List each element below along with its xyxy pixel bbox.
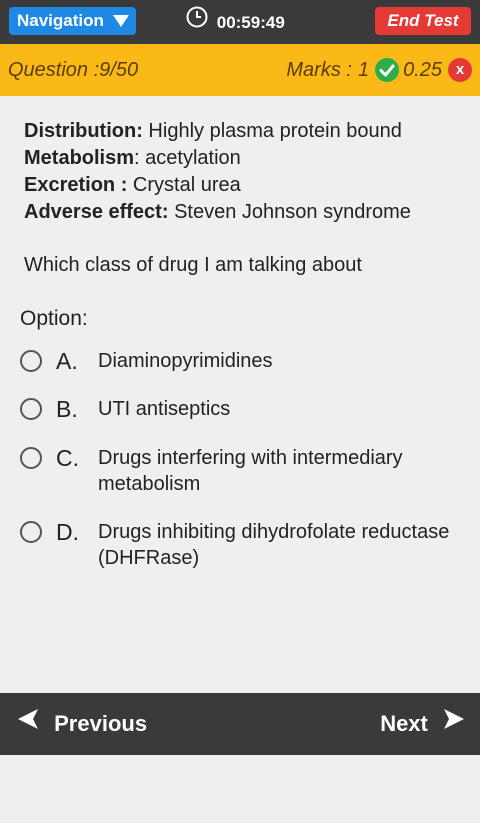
clock-icon	[186, 6, 208, 37]
check-icon	[375, 58, 400, 82]
option-text: Drugs inhibiting dihydrofolate reductase…	[98, 521, 450, 569]
radio-button[interactable]	[20, 350, 42, 372]
option-text: UTI antiseptics	[98, 398, 231, 420]
option-text: Diaminopyrimidines	[98, 350, 273, 372]
bottom-nav-bar: Previous Next	[0, 693, 480, 755]
status-bar: Question :9/50 Marks : 1 0.25 x	[0, 44, 480, 96]
radio-button[interactable]	[20, 447, 42, 469]
radio-button[interactable]	[20, 521, 42, 543]
question-line-key: Distribution:	[24, 120, 143, 142]
question-line-value: : acetylation	[134, 147, 241, 169]
question-line-value: Crystal urea	[127, 174, 241, 196]
question-text: Distribution: Highly plasma protein boun…	[24, 118, 464, 226]
end-test-button[interactable]: End Test	[375, 7, 471, 35]
question-line: Excretion : Crystal urea	[24, 172, 464, 199]
arrow-right-icon	[442, 692, 466, 754]
option-letter: A.	[56, 348, 78, 374]
top-bar: Navigation 00:59:49 End Test	[0, 0, 480, 44]
next-button[interactable]: Next	[380, 693, 466, 755]
question-line: Distribution: Highly plasma protein boun…	[24, 118, 464, 145]
navigation-label: Navigation	[17, 11, 104, 30]
marks-info: Marks : 1 0.25 x	[286, 44, 472, 96]
radio-button[interactable]	[20, 398, 42, 420]
question-prompt: Which class of drug I am talking about	[24, 254, 362, 276]
question-line: Adverse effect: Steven Johnson syndrome	[24, 199, 464, 226]
marks-label: Marks :	[286, 58, 352, 81]
option-letter: C.	[56, 445, 79, 471]
option-letter: D.	[56, 519, 79, 545]
option-text: Drugs interfering with intermediary meta…	[98, 447, 403, 495]
previous-label: Previous	[54, 711, 148, 736]
marks-negative: 0.25	[403, 58, 442, 81]
question-line-value: Highly plasma protein bound	[142, 120, 402, 142]
cross-icon: x	[448, 58, 472, 82]
next-label: Next	[380, 711, 428, 736]
question-line: Metabolism: acetylation	[24, 145, 464, 172]
timer-value: 00:59:49	[216, 12, 285, 32]
question-counter: Question :9/50	[8, 59, 139, 81]
option-letter: B.	[56, 396, 78, 422]
marks-positive: 1	[357, 58, 370, 81]
question-line-key: Metabolism	[24, 147, 135, 169]
question-line-value: Steven Johnson syndrome	[168, 201, 411, 223]
arrow-left-icon	[16, 692, 40, 754]
question-line-key: Excretion :	[24, 174, 128, 196]
navigation-button[interactable]: Navigation	[9, 7, 136, 35]
caret-down-icon	[113, 15, 129, 27]
previous-button[interactable]: Previous	[16, 693, 147, 755]
timer: 00:59:49	[186, 6, 285, 37]
options-heading: Option:	[20, 307, 88, 330]
question-line-key: Adverse effect:	[24, 201, 169, 223]
